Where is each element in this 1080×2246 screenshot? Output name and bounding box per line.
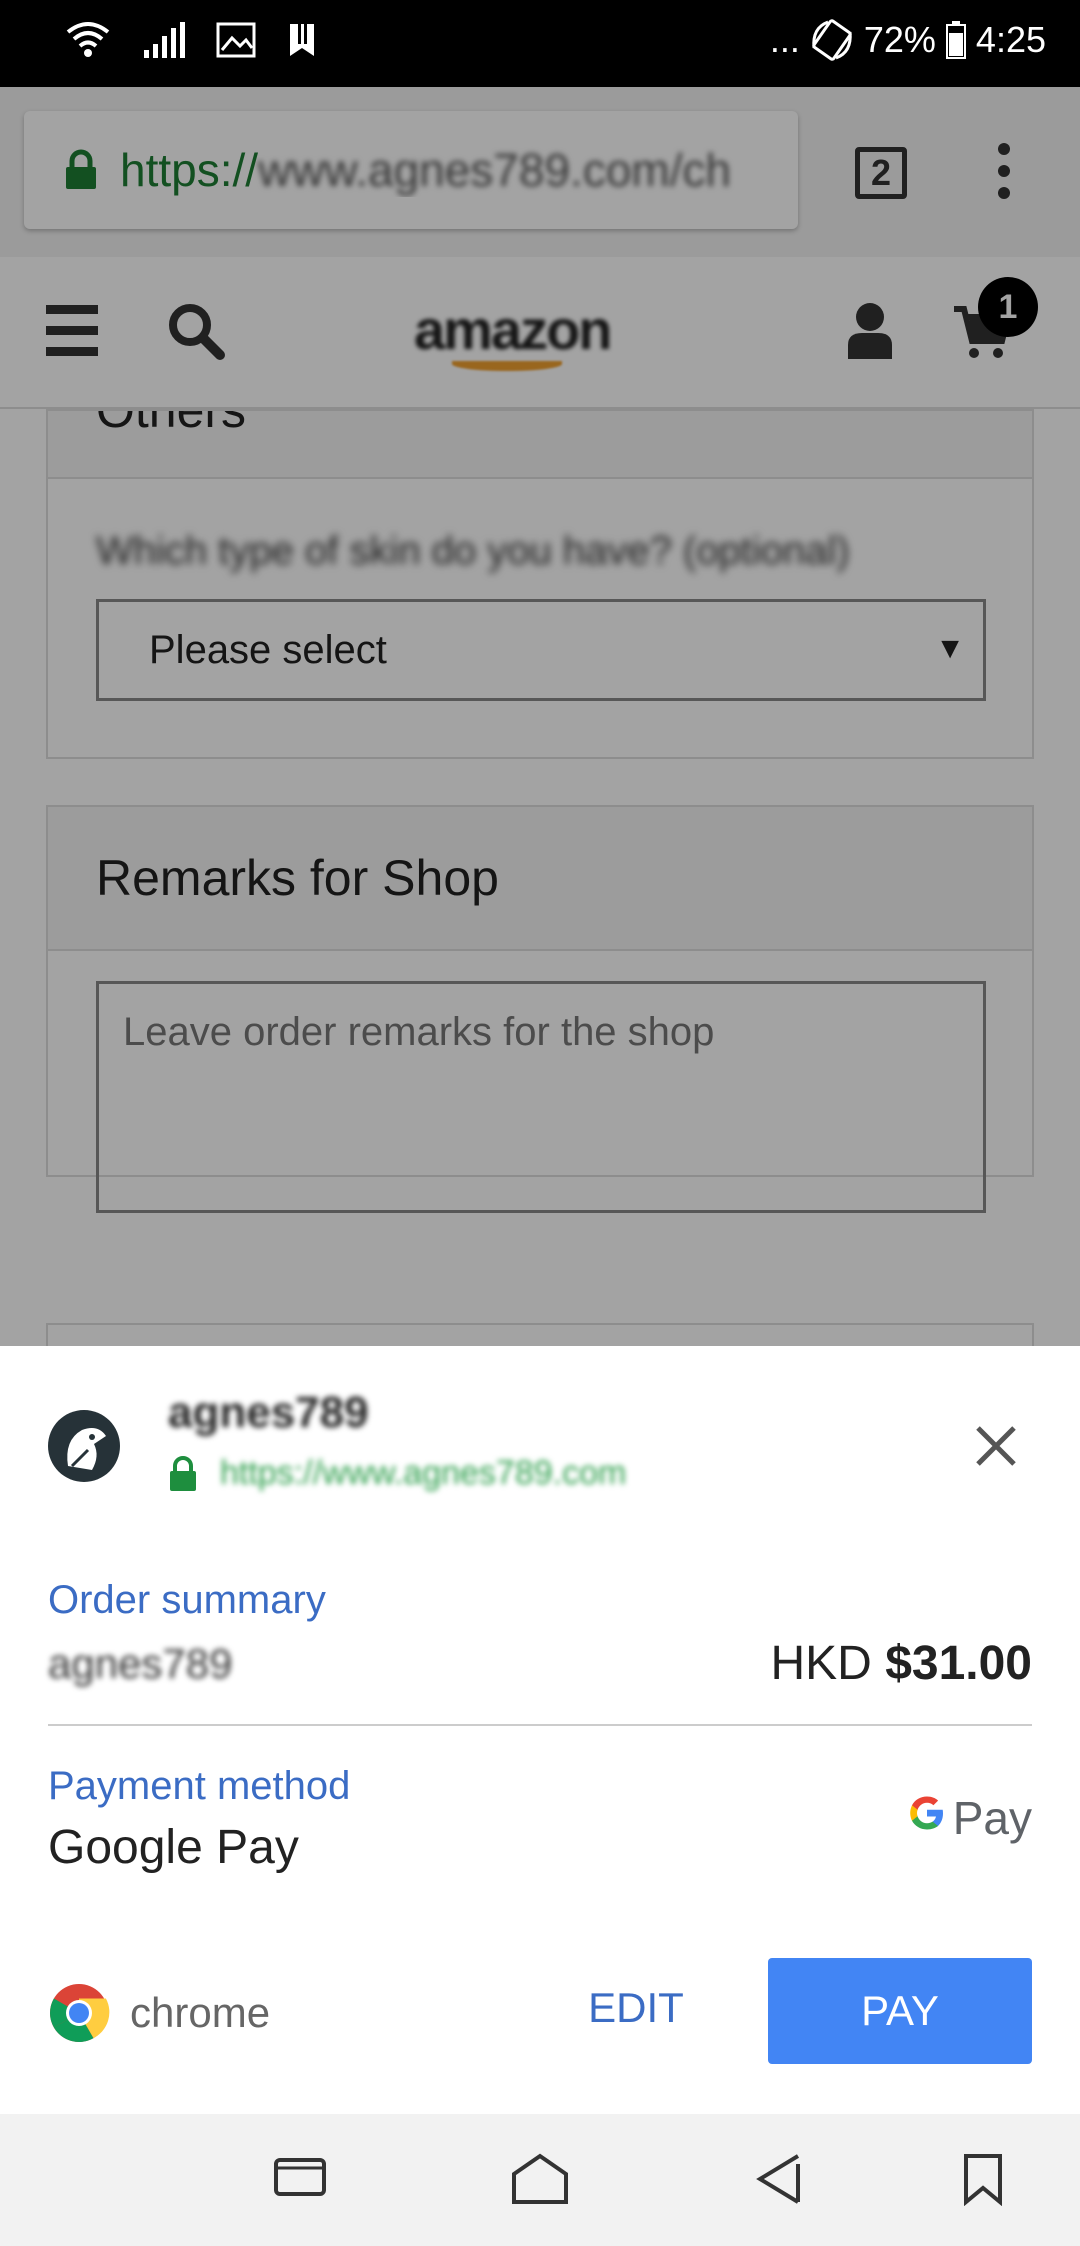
google-g-icon [907, 1790, 947, 1845]
bookmark-icon[interactable] [962, 2152, 1004, 2206]
merchant-url: https://www.agnes789.com [220, 1454, 627, 1492]
status-bar: ... 72% 4:25 [0, 0, 1080, 87]
divider [48, 1724, 1032, 1726]
lock-icon [170, 1455, 196, 1491]
payment-sheet: agnes789 https://www.agnes789.com Order … [0, 1346, 1080, 2114]
system-nav-bar [0, 2114, 1080, 2246]
order-summary-label[interactable]: Order summary [48, 1578, 326, 1623]
rotation-icon [812, 19, 852, 61]
gallery-icon [216, 22, 256, 58]
edit-button[interactable]: EDIT [580, 1958, 692, 2058]
merchant-icon [48, 1410, 120, 1482]
google-pay-logo: Pay [907, 1790, 1032, 1845]
bookmark-status-icon [290, 24, 314, 56]
chrome-label: chrome [130, 1989, 271, 2036]
home-icon[interactable] [510, 2152, 570, 2206]
gpay-text: Pay [952, 1791, 1032, 1844]
order-total: HKD $31.00 [771, 1636, 1033, 1691]
battery-percent: 72% [863, 19, 936, 60]
total-amount: $31.00 [885, 1637, 1032, 1690]
chrome-branding: chrome [48, 1982, 270, 2044]
chrome-icon [50, 1984, 110, 2042]
order-item-name: agnes789 [48, 1640, 233, 1687]
merchant-origin: https://www.agnes789.com [168, 1454, 626, 1493]
battery-icon [945, 21, 966, 59]
pay-button[interactable]: PAY [768, 1958, 1032, 2064]
notification-dots: ... [769, 19, 800, 60]
currency-code: HKD [770, 1637, 872, 1690]
dim-overlay[interactable] [0, 87, 1080, 1347]
back-icon[interactable] [754, 2152, 804, 2206]
clock: 4:25 [975, 19, 1046, 60]
wifi-icon [66, 22, 110, 57]
signal-icon [144, 22, 185, 58]
merchant-name: agnes789 [168, 1388, 369, 1437]
payment-method-value: Google Pay [48, 1821, 299, 1874]
payment-method-label[interactable]: Payment method [48, 1764, 350, 1809]
close-icon[interactable] [972, 1422, 1020, 1470]
recent-apps-icon[interactable] [272, 2152, 328, 2202]
